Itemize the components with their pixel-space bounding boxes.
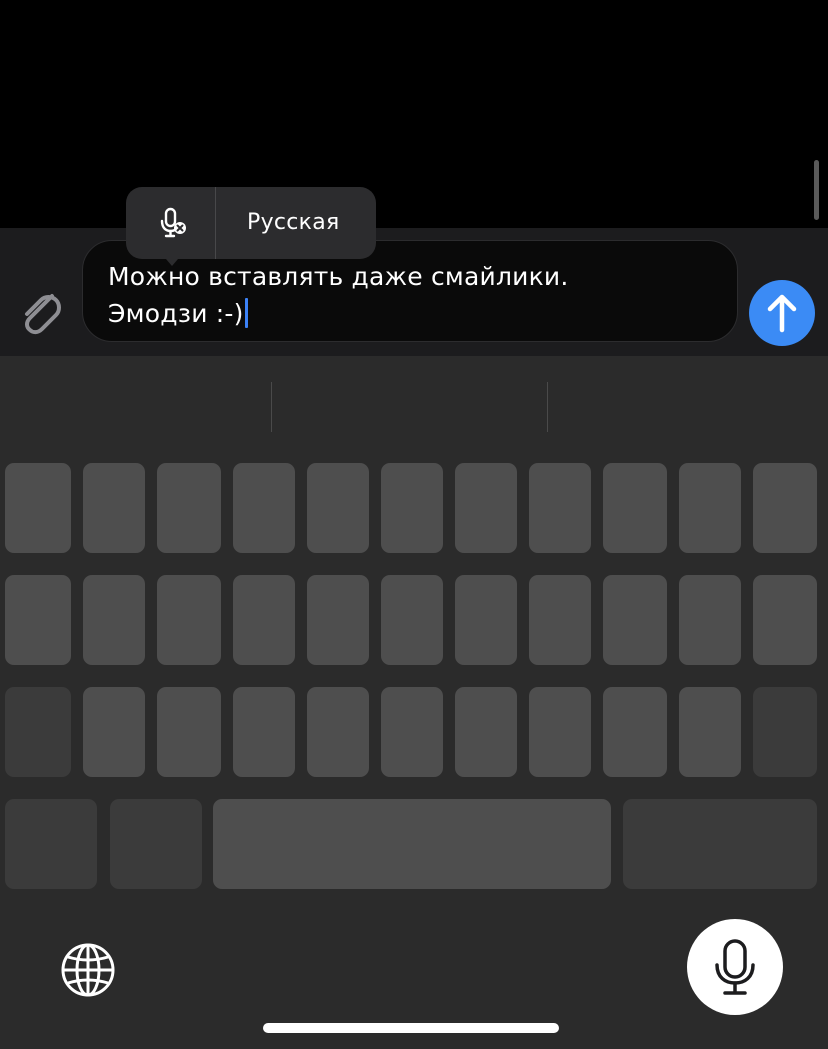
keyboard-key[interactable] [157,575,221,665]
keyboard-key[interactable] [381,463,443,553]
message-text-line-1: Можно вставлять даже смайлики. [108,262,569,291]
keyboard-key[interactable] [5,463,71,553]
keyboard-key[interactable] [679,575,741,665]
dictation-button[interactable] [687,919,783,1015]
suggestion-divider [547,382,548,432]
space-key[interactable] [213,799,611,889]
stop-dictation-button[interactable] [158,206,188,240]
keyboard-key[interactable] [679,687,741,777]
keyboard-key[interactable] [455,687,517,777]
mic-slash-icon [160,207,186,238]
keyboard-key[interactable] [307,575,369,665]
send-button[interactable] [749,280,815,346]
keyboard-key[interactable] [83,575,145,665]
keyboard-key[interactable] [381,575,443,665]
keyboard-key[interactable] [381,687,443,777]
arrow-up-icon [767,294,797,333]
keyboard-key[interactable] [455,463,517,553]
chat-area[interactable] [0,0,828,228]
keyboard-key[interactable] [529,463,591,553]
keyboard-key[interactable] [233,575,295,665]
globe-icon [61,943,115,997]
emoji-key[interactable] [110,799,202,889]
keyboard-key[interactable] [83,463,145,553]
keyboard-key[interactable] [233,463,295,553]
microphone-icon [715,939,755,995]
return-key[interactable] [623,799,817,889]
keyboard-key[interactable] [603,463,667,553]
dictation-language-label[interactable]: Русская [247,210,340,235]
keyboard-key[interactable] [753,575,817,665]
home-indicator[interactable] [263,1023,559,1033]
keyboard-key[interactable] [603,575,667,665]
keyboard-key[interactable] [307,687,369,777]
keyboard-key[interactable] [157,687,221,777]
screen: Можно вставлять даже смайлики. Эмодзи :-… [0,0,828,1049]
globe-button[interactable] [58,940,118,1000]
suggestion-divider [271,382,272,432]
keyboard-key[interactable] [679,463,741,553]
text-caret [244,298,248,328]
paperclip-icon [25,294,61,335]
scroll-indicator[interactable] [814,160,819,220]
shift-key[interactable] [5,687,71,777]
keyboard-key[interactable] [529,687,591,777]
numbers-key[interactable] [5,799,97,889]
keyboard-key[interactable] [233,687,295,777]
keyboard-key[interactable] [603,687,667,777]
backspace-key[interactable] [753,687,817,777]
popup-arrow [160,252,184,266]
keyboard-key[interactable] [157,463,221,553]
keyboard-key[interactable] [83,687,145,777]
keyboard-key[interactable] [455,575,517,665]
keyboard-key[interactable] [5,575,71,665]
message-text-line-2: Эмодзи :-) [108,298,248,328]
popup-divider [215,187,216,259]
keyboard-key[interactable] [529,575,591,665]
attach-button[interactable] [14,282,64,338]
keyboard-key[interactable] [307,463,369,553]
keyboard-key[interactable] [753,463,817,553]
